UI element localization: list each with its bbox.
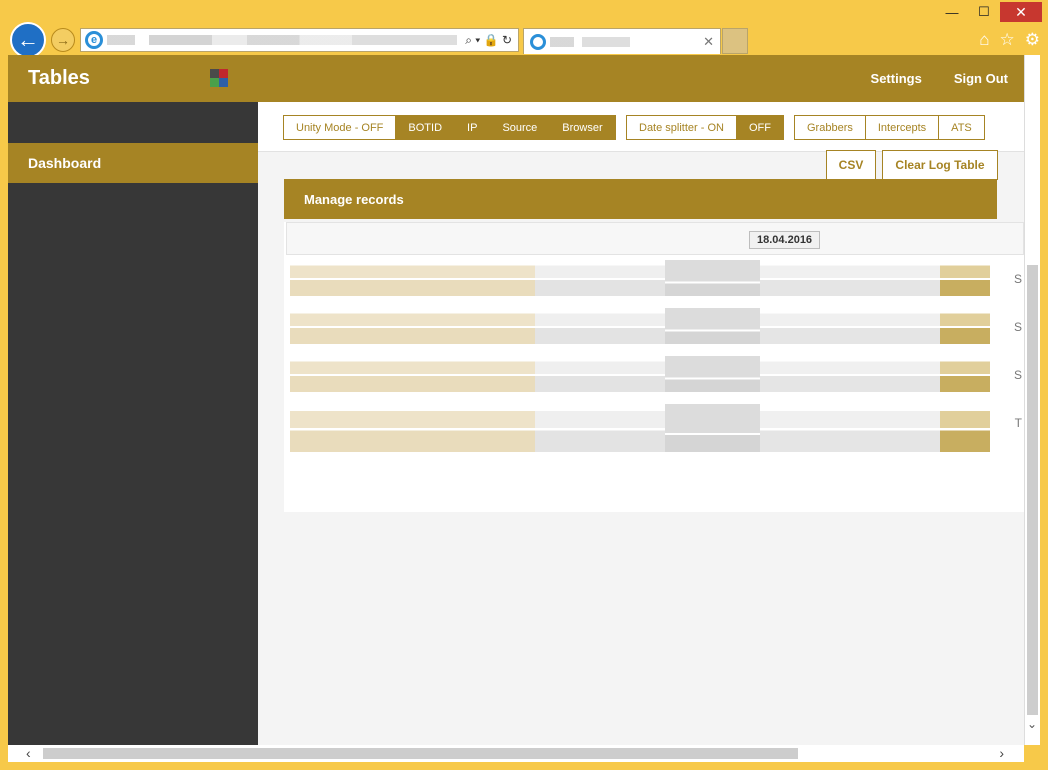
panel-title: Manage records <box>284 179 997 219</box>
vertical-scrollbar[interactable]: ⌄ <box>1024 55 1040 745</box>
top-nav: Settings Sign Out <box>871 71 1008 86</box>
records-table: 18.04.2016 S S S T <box>284 222 1024 512</box>
main-content: Unity Mode - OFF BOTID IP Source Browser… <box>258 102 1024 745</box>
table-row[interactable]: T <box>290 404 1022 452</box>
clear-log-button[interactable]: Clear Log Table <box>882 150 998 180</box>
tab-title-redacted <box>550 36 630 47</box>
date-splitter-group: Date splitter - ON OFF <box>626 115 784 140</box>
csv-button[interactable]: CSV <box>826 150 876 180</box>
scroll-left-icon[interactable]: ‹ <box>26 745 31 761</box>
scroll-right-icon[interactable]: › <box>999 745 1004 761</box>
date-splitter-off[interactable]: OFF <box>735 116 783 139</box>
signout-link[interactable]: Sign Out <box>954 71 1008 86</box>
table-row[interactable]: S <box>290 260 1022 296</box>
scroll-down-icon[interactable]: ⌄ <box>1027 717 1037 731</box>
home-icon[interactable]: ⌂ <box>979 30 989 50</box>
date-splitter-on[interactable]: Date splitter - ON <box>627 116 736 139</box>
botid-button[interactable]: BOTID <box>395 116 455 139</box>
back-button[interactable]: ← <box>10 22 46 58</box>
row-tail-text: S <box>1013 272 1022 286</box>
tab-close-icon[interactable]: ✕ <box>703 34 714 50</box>
row-tail-text: S <box>1013 320 1022 334</box>
date-separator-row: 18.04.2016 <box>286 222 1024 255</box>
unity-mode-toggle[interactable]: Unity Mode - OFF <box>284 116 396 139</box>
filter-toolbar: Unity Mode - OFF BOTID IP Source Browser… <box>258 102 1024 152</box>
browser-button[interactable]: Browser <box>549 116 615 139</box>
vertical-scroll-thumb[interactable] <box>1027 265 1038 715</box>
browser-nav-icons: ⌂ ☆ ⚙ <box>979 30 1040 50</box>
view-button-group: Grabbers Intercepts ATS <box>794 115 985 140</box>
close-button[interactable]: ✕ <box>1000 2 1042 22</box>
intercepts-tab[interactable]: Intercepts <box>864 116 939 139</box>
grabbers-tab[interactable]: Grabbers <box>795 116 865 139</box>
address-tools[interactable]: ⌕ ▾ 🔒 ↻ <box>465 33 518 48</box>
gear-icon[interactable]: ⚙ <box>1025 30 1040 50</box>
row-tail-text: S <box>1013 368 1022 382</box>
minimize-button[interactable]: — <box>936 2 968 22</box>
page-viewport: Tables Settings Sign Out Dashboard Unity… <box>8 55 1024 745</box>
source-button[interactable]: Source <box>489 116 550 139</box>
sidebar-item-dashboard[interactable]: Dashboard <box>8 143 258 183</box>
maximize-button[interactable]: ☐ <box>968 2 1000 22</box>
browser-tab[interactable]: ✕ <box>523 28 721 54</box>
table-row[interactable]: S <box>290 308 1022 344</box>
ats-tab[interactable]: ATS <box>938 116 984 139</box>
address-url-redacted <box>107 35 458 45</box>
mode-button-group: Unity Mode - OFF BOTID IP Source Browser <box>283 115 616 140</box>
horizontal-scroll-thumb[interactable] <box>43 748 798 759</box>
date-badge: 18.04.2016 <box>749 231 821 249</box>
table-row[interactable]: S <box>290 356 1022 392</box>
address-bar[interactable]: e ⌕ ▾ 🔒 ↻ <box>80 28 519 52</box>
ie-icon: e <box>85 31 103 49</box>
star-icon[interactable]: ☆ <box>1000 30 1015 50</box>
app-header: Tables Settings Sign Out <box>8 55 1024 102</box>
horizontal-scrollbar[interactable]: ‹ › <box>8 745 1024 762</box>
back-arrow-icon: ← <box>17 27 39 52</box>
ie-tab-icon <box>530 33 546 50</box>
ip-button[interactable]: IP <box>454 116 490 139</box>
brand-title[interactable]: Tables <box>28 67 90 90</box>
forward-arrow-icon: → <box>56 32 70 48</box>
forward-button[interactable]: → <box>51 28 75 52</box>
window-controls: — ☐ ✕ <box>936 2 1042 22</box>
sidebar: Dashboard <box>8 102 258 745</box>
settings-link[interactable]: Settings <box>871 71 922 86</box>
new-tab-button[interactable] <box>722 28 748 54</box>
row-tail-text: T <box>1014 416 1022 430</box>
logo-icon <box>210 69 228 87</box>
